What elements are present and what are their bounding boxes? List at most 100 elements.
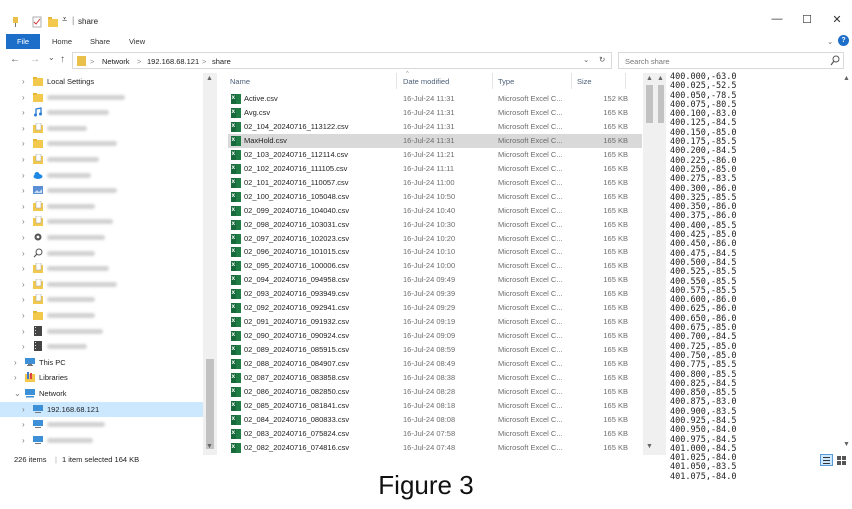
chevron-right-icon[interactable]: › (22, 121, 30, 136)
file-row[interactable]: 02_092_20240716_092941.csv 16-Jul-24 09:2… (228, 300, 642, 315)
sidebar-item[interactable]: › (0, 324, 203, 339)
large-icons-view-button[interactable] (836, 455, 847, 467)
file-row[interactable]: 02_094_20240716_094958.csv 16-Jul-24 09:4… (228, 272, 642, 287)
details-view-button[interactable] (820, 454, 833, 466)
minimize-button[interactable]: — (762, 13, 792, 31)
new-folder-icon[interactable] (48, 16, 58, 28)
chevron-right-icon[interactable]: › (14, 370, 22, 385)
file-row[interactable]: Active.csv 16-Jul-24 11:31 Microsoft Excel… (228, 91, 642, 106)
column-name[interactable]: Name (230, 77, 250, 86)
ribbon-expand-icon[interactable]: ⌄ (827, 35, 833, 49)
scroll-up-arrow[interactable]: ▲ (843, 75, 850, 82)
file-row[interactable]: 02_099_20240716_104040.csv 16-Jul-24 10:4… (228, 203, 642, 218)
chevron-right-icon[interactable]: › (22, 230, 30, 245)
ribbon-tab-view[interactable]: View (129, 35, 145, 49)
ribbon-tab-home[interactable]: Home (52, 35, 72, 49)
file-row[interactable]: 02_082_20240716_074816.csv 16-Jul-24 07:4… (228, 440, 642, 455)
chevron-right-icon[interactable]: › (22, 74, 30, 89)
sidebar-item[interactable]: › Local Settings (0, 74, 203, 89)
refresh-icon[interactable]: ↻ (599, 55, 605, 64)
file-row[interactable]: 02_100_20240716_105048.csv 16-Jul-24 10:5… (228, 189, 642, 204)
chevron-right-icon[interactable]: › (22, 105, 30, 120)
sidebar-item[interactable]: › (0, 292, 203, 307)
file-row[interactable]: 02_083_20240716_075824.csv 16-Jul-24 07:5… (228, 426, 642, 441)
column-type[interactable]: Type (498, 77, 514, 86)
file-row[interactable]: 02_097_20240716_102023.csv 16-Jul-24 10:2… (228, 231, 642, 246)
file-row[interactable]: 02_090_20240716_090924.csv 16-Jul-24 09:0… (228, 328, 642, 343)
chevron-right-icon[interactable]: › (22, 183, 30, 198)
quick-access-dropdown-icon[interactable]: ⩡ (62, 14, 72, 26)
file-row[interactable]: 02_087_20240716_083858.csv 16-Jul-24 08:3… (228, 370, 642, 385)
sidebar-item[interactable]: › (0, 105, 203, 120)
scroll-up-arrow[interactable]: ▲ (646, 75, 653, 82)
chevron-right-icon[interactable]: › (22, 90, 30, 105)
chevron-right-icon[interactable]: › (22, 417, 30, 432)
file-row[interactable]: 02_086_20240716_082850.csv 16-Jul-24 08:2… (228, 384, 642, 399)
ribbon-tab-share[interactable]: Share (90, 35, 110, 49)
properties-icon[interactable] (32, 16, 42, 28)
search-field[interactable]: Search share (618, 52, 844, 69)
sidebar-item[interactable]: › (0, 277, 203, 292)
file-row[interactable]: 02_095_20240716_100006.csv 16-Jul-24 10:0… (228, 258, 642, 273)
preview-scrollbar[interactable]: ▲ (656, 73, 666, 455)
chevron-right-icon[interactable]: › (22, 292, 30, 307)
scroll-thumb[interactable] (658, 85, 664, 123)
scroll-up-arrow[interactable]: ▲ (657, 75, 664, 82)
file-row[interactable]: 02_088_20240716_084907.csv 16-Jul-24 08:4… (228, 356, 642, 371)
sidebar-item[interactable]: › (0, 199, 203, 214)
chevron-right-icon[interactable]: › (14, 355, 22, 370)
breadcrumb-share[interactable]: share (212, 57, 231, 66)
help-icon[interactable]: ? (838, 35, 849, 46)
search-input[interactable]: Search share (625, 57, 670, 66)
chevron-right-icon[interactable]: › (22, 433, 30, 448)
search-icon[interactable] (830, 55, 840, 68)
folder-pin-icon[interactable] (10, 16, 20, 28)
sidebar-item[interactable]: › (0, 168, 203, 183)
file-row[interactable]: 02_102_20240716_111105.csv 16-Jul-24 11:1… (228, 161, 642, 176)
column-date-modified[interactable]: Date modified (403, 77, 449, 86)
address-dropdown-icon[interactable]: ⌄ (583, 55, 589, 64)
breadcrumb-network[interactable]: Network (102, 57, 130, 66)
navigation-scrollbar[interactable]: ▲ ▼ (203, 73, 217, 455)
chevron-right-icon[interactable]: › (22, 214, 30, 229)
file-list-scrollbar[interactable]: ▲ ▼ (643, 73, 656, 455)
breadcrumb-host[interactable]: 192.168.68.121 (147, 57, 199, 66)
chevron-right-icon[interactable]: › (22, 136, 30, 151)
scroll-down-arrow[interactable]: ▼ (646, 443, 653, 450)
back-button[interactable]: ← (10, 54, 20, 65)
chevron-right-icon[interactable]: › (22, 402, 30, 417)
forward-button[interactable]: → (30, 54, 40, 65)
chevron-right-icon[interactable]: › (22, 199, 30, 214)
chevron-down-icon[interactable]: ⌄ (14, 386, 22, 401)
file-row[interactable]: 02_101_20240716_110057.csv 16-Jul-24 11:0… (228, 175, 642, 190)
chevron-right-icon[interactable]: › (22, 261, 30, 276)
scroll-thumb[interactable] (206, 359, 214, 449)
sidebar-item[interactable]: › (0, 339, 203, 354)
sidebar-item[interactable]: › (0, 152, 203, 167)
sidebar-item[interactable]: › (0, 214, 203, 229)
preview-right-scrollbar[interactable]: ▲ ▼ (842, 73, 852, 455)
file-row[interactable]: 02_103_20240716_112114.csv 16-Jul-24 11:2… (228, 147, 642, 162)
chevron-right-icon[interactable]: › (22, 168, 30, 183)
sidebar-item[interactable]: › (0, 183, 203, 198)
sidebar-item[interactable]: › This PC (0, 355, 203, 370)
sidebar-item[interactable]: › (0, 417, 203, 432)
chevron-right-icon[interactable]: › (22, 308, 30, 323)
maximize-button[interactable]: ☐ (792, 13, 822, 31)
column-divider[interactable] (571, 73, 572, 89)
file-row[interactable]: Avg.csv 16-Jul-24 11:31 Microsoft Excel C.… (228, 105, 642, 120)
sidebar-item[interactable]: › (0, 246, 203, 261)
file-row[interactable]: 02_084_20240716_080833.csv 16-Jul-24 08:0… (228, 412, 642, 427)
sidebar-item[interactable]: › (0, 121, 203, 136)
sidebar-item[interactable]: › Libraries (0, 370, 203, 385)
close-button[interactable]: ✕ (822, 13, 852, 31)
chevron-right-icon[interactable]: › (22, 246, 30, 261)
file-row[interactable]: 02_089_20240716_085915.csv 16-Jul-24 08:5… (228, 342, 642, 357)
file-row[interactable]: 02_091_20240716_091932.csv 16-Jul-24 09:1… (228, 314, 642, 329)
chevron-right-icon[interactable]: › (22, 277, 30, 292)
scroll-down-arrow[interactable]: ▼ (843, 441, 850, 448)
sidebar-item[interactable]: › (0, 90, 203, 105)
file-row[interactable]: 02_098_20240716_103031.csv 16-Jul-24 10:3… (228, 217, 642, 232)
sidebar-item[interactable]: › (0, 261, 203, 276)
column-divider[interactable] (492, 73, 493, 89)
